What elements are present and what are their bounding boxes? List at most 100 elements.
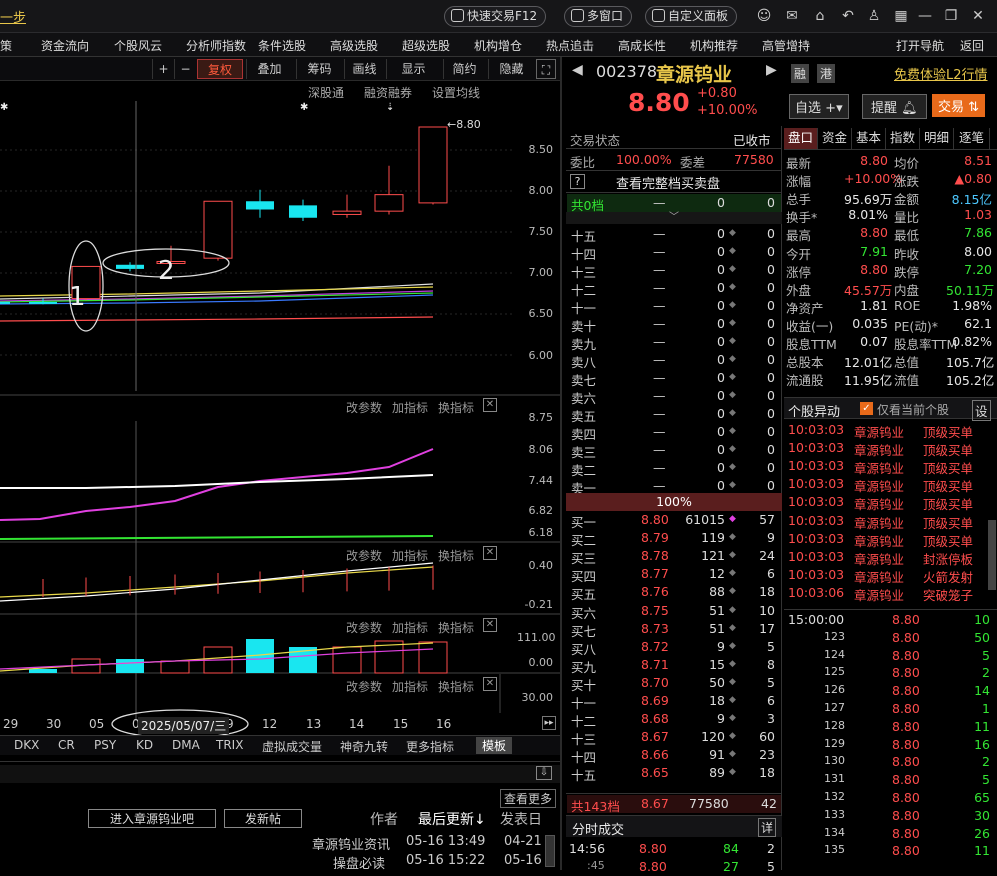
- checkbox-checked-icon[interactable]: ✓: [860, 402, 873, 415]
- enter-forum-button[interactable]: 进入章源钨业吧: [88, 809, 216, 828]
- bid-row[interactable]: 买五 8.76 88 ◆ 18: [567, 583, 781, 602]
- zoom-in-button[interactable]: +: [152, 59, 174, 79]
- panel-divider[interactable]: [560, 57, 562, 870]
- next-stock-icon[interactable]: ▶: [766, 62, 777, 78]
- col-author[interactable]: 作者: [370, 809, 398, 829]
- change-param-link[interactable]: 改参数: [346, 399, 382, 416]
- collapse-icon[interactable]: ﹀: [566, 212, 782, 224]
- add-indicator-link[interactable]: 加指标: [392, 399, 428, 416]
- indicator-tab[interactable]: CR: [58, 738, 75, 752]
- home-icon[interactable]: ⌂: [812, 8, 828, 24]
- ask-row[interactable]: 卖七 — 0 ◆ 0: [567, 369, 781, 388]
- indicator-tab-template[interactable]: 模板: [476, 737, 513, 754]
- hide-button[interactable]: 隐藏: [488, 59, 534, 79]
- col-posted[interactable]: 发表日: [500, 809, 542, 829]
- ask-row[interactable]: 卖九 — 0 ◆ 0: [567, 333, 781, 352]
- forum-row-title[interactable]: 操盘必读: [333, 853, 385, 872]
- indicator-tab[interactable]: 神奇九转: [340, 738, 388, 755]
- menu-item[interactable]: 条件选股: [258, 37, 306, 54]
- events-scrollbar[interactable]: [988, 520, 996, 590]
- overlay-button[interactable]: 叠加: [246, 59, 292, 79]
- mail-icon[interactable]: ✉: [784, 8, 800, 24]
- download-icon[interactable]: ⇩: [536, 766, 552, 780]
- ask-row[interactable]: 卖三 — 0 ◆ 0: [567, 441, 781, 460]
- indicator-tab[interactable]: DKX: [14, 738, 39, 752]
- ask-row[interactable]: 十四 — 0 ◆ 0: [567, 243, 781, 262]
- close-indicator-icon[interactable]: ✕: [483, 618, 497, 632]
- menu-item[interactable]: 超级选股: [402, 37, 450, 54]
- menu-item[interactable]: 机构推荐: [690, 37, 738, 54]
- free-l2-link[interactable]: 免费体验L2行情: [894, 64, 988, 83]
- close-icon[interactable]: ✕: [970, 8, 986, 24]
- event-row[interactable]: 10:03:03 章源钨业 顶级买单: [786, 476, 996, 494]
- event-row[interactable]: 10:03:03 章源钨业 顶级买单: [786, 494, 996, 512]
- menu-item[interactable]: 分析师指数: [186, 37, 246, 54]
- forum-row-title[interactable]: 章源钨业资讯: [312, 834, 390, 853]
- close-indicator-icon[interactable]: ✕: [483, 546, 497, 560]
- zoom-out-button[interactable]: −: [174, 59, 196, 79]
- add-indicator-link[interactable]: 加指标: [392, 678, 428, 695]
- tab-tick[interactable]: 逐笔: [954, 128, 990, 149]
- bid-row[interactable]: 买十 8.70 50 ◆ 5: [567, 674, 781, 693]
- user-icon[interactable]: ☺: [756, 8, 772, 24]
- sgt-link[interactable]: 深股通: [308, 84, 344, 101]
- menu-item[interactable]: 返回: [960, 37, 984, 54]
- help-icon[interactable]: ?: [570, 174, 585, 189]
- bid-row[interactable]: 买八 8.72 9 ◆ 5: [567, 638, 781, 657]
- menu-item[interactable]: 资金流向: [41, 37, 89, 54]
- close-indicator-icon[interactable]: ✕: [483, 398, 497, 412]
- multi-window-button[interactable]: 多窗口: [564, 6, 633, 27]
- bid-row[interactable]: 买六 8.75 51 ◆ 10: [567, 602, 781, 621]
- event-row[interactable]: 10:03:03 章源钨业 顶级买单: [786, 422, 996, 440]
- ask-row[interactable]: 卖八 — 0 ◆ 0: [567, 351, 781, 370]
- chart-canvas[interactable]: 1 2: [0, 81, 560, 735]
- event-row[interactable]: 10:03:06 章源钨业 突破笼子: [786, 585, 996, 603]
- event-row[interactable]: 10:03:03 章源钨业 顶级买单: [786, 458, 996, 476]
- new-post-button[interactable]: 发新帖: [224, 809, 302, 828]
- add-indicator-link[interactable]: 加指标: [392, 547, 428, 564]
- swap-indicator-link[interactable]: 换指标: [438, 399, 474, 416]
- bid-row[interactable]: 十二 8.68 9 ◆ 3: [567, 710, 781, 729]
- add-indicator-link[interactable]: 加指标: [392, 619, 428, 636]
- event-row[interactable]: 10:03:03 章源钨业 顶级买单: [786, 531, 996, 549]
- tab-index[interactable]: 指数: [886, 128, 920, 149]
- ask-row[interactable]: 十五 — 0 ◆ 0: [567, 225, 781, 244]
- bid-row[interactable]: 十一 8.69 18 ◆ 6: [567, 692, 781, 711]
- app-logo[interactable]: 一步: [0, 7, 26, 26]
- fullscreen-icon[interactable]: ⛶: [536, 59, 556, 79]
- col-updated[interactable]: 最后更新↓: [418, 809, 486, 829]
- bid-row[interactable]: 买四 8.77 12 ◆ 6: [567, 565, 781, 584]
- bid-row[interactable]: 买一 8.80 61015 ◆ 57: [567, 511, 781, 530]
- display-button[interactable]: 显示: [386, 59, 440, 79]
- ask-row[interactable]: 十二 — 0 ◆ 0: [567, 279, 781, 298]
- menu-item[interactable]: 打开导航: [896, 37, 944, 54]
- event-row[interactable]: 10:03:03 章源钨业 火箭发射: [786, 567, 996, 585]
- bid-row[interactable]: 买二 8.79 119 ◆ 9: [567, 529, 781, 548]
- tab-detail[interactable]: 明细: [920, 128, 954, 149]
- watchlist-button[interactable]: 自选 +▾: [789, 94, 849, 119]
- back-icon[interactable]: ↶: [840, 8, 856, 24]
- scroll-right-icon[interactable]: ▸▸: [542, 716, 556, 730]
- bid-row[interactable]: 十四 8.66 91 ◆ 23: [567, 746, 781, 765]
- only-current-label[interactable]: 仅看当前个股: [877, 401, 949, 418]
- tab-handicap[interactable]: 盘口: [784, 128, 818, 149]
- fuquan-button[interactable]: 复权: [197, 59, 243, 79]
- indicator-tab[interactable]: 虚拟成交量: [262, 738, 322, 755]
- quick-trade-button[interactable]: 快速交易F12: [444, 6, 547, 27]
- ask-row[interactable]: 十三 — 0 ◆ 0: [567, 261, 781, 280]
- events-settings-button[interactable]: 设: [972, 400, 991, 421]
- event-row[interactable]: 10:03:03 章源钨业 顶级买单: [786, 440, 996, 458]
- indicator-tab[interactable]: PSY: [94, 738, 116, 752]
- change-param-link[interactable]: 改参数: [346, 619, 382, 636]
- event-row[interactable]: 10:03:03 章源钨业 封涨停板: [786, 549, 996, 567]
- swap-indicator-link[interactable]: 换指标: [438, 678, 474, 695]
- ask-row[interactable]: 十一 — 0 ◆ 0: [567, 297, 781, 316]
- ma-setting-link[interactable]: 设置均线: [432, 84, 480, 101]
- indicator-tab[interactable]: 更多指标: [406, 738, 454, 755]
- bid-row[interactable]: 买九 8.71 15 ◆ 8: [567, 656, 781, 675]
- indicator-tab[interactable]: TRIX: [216, 738, 243, 752]
- menu-item[interactable]: 策: [0, 37, 12, 54]
- menu-item[interactable]: 高级选股: [330, 37, 378, 54]
- detail-button[interactable]: 详: [758, 818, 777, 837]
- event-row[interactable]: 10:03:03 章源钨业 顶级买单: [786, 513, 996, 531]
